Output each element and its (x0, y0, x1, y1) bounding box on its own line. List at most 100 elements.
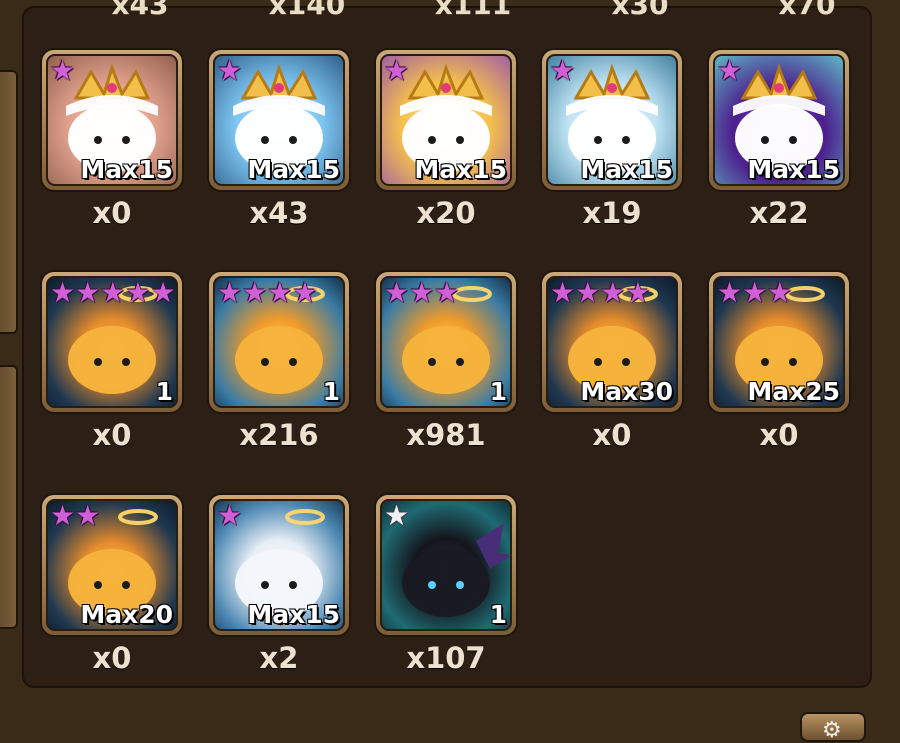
owned-count: x2 (259, 641, 299, 675)
star-rating: ★ ★ ★ ★ (550, 278, 650, 308)
monster-slot[interactable]: ★ Max15 x2 (209, 495, 349, 685)
halo-icon (452, 286, 492, 302)
level-label: Max15 (747, 155, 840, 184)
owned-count: x0 (92, 641, 132, 675)
monster-slot[interactable]: ★ ★ ★ ★ ★ 1 x0 (42, 272, 182, 462)
monster-card[interactable]: ★ ★ ★ 1 (376, 272, 516, 412)
monster-portrait: ★ 1 (380, 499, 512, 631)
star-rating: ★ (217, 501, 242, 531)
monster-card[interactable]: ★ ★ ★ ★ ★ 1 (42, 272, 182, 412)
star-rating: ★ ★ ★ (717, 278, 792, 308)
star-icon: ★ (50, 54, 76, 87)
top-count-5: x70 (767, 0, 847, 16)
star-icon: ★ (575, 276, 601, 309)
star-icon: ★ (767, 276, 793, 309)
monster-slot[interactable]: ★ 1 x107 (376, 495, 516, 685)
star-icon: ★ (75, 276, 101, 309)
star-icon: ★ (75, 499, 101, 532)
level-label: 1 (489, 377, 507, 406)
owned-count: x43 (249, 196, 309, 230)
monster-portrait: ★ ★ Max20 (46, 499, 178, 631)
star-icon: ★ (150, 276, 176, 309)
monster-card[interactable]: ★ Max15 (709, 50, 849, 190)
level-label: Max15 (414, 155, 507, 184)
star-icon: ★ (217, 276, 243, 309)
monster-portrait: ★ ★ ★ ★ ★ 1 (46, 276, 178, 408)
star-rating: ★ ★ ★ ★ ★ (50, 278, 176, 308)
star-icon: ★ (550, 276, 576, 309)
monster-slot[interactable]: ★ Max15 x0 (42, 50, 182, 240)
monster-card[interactable]: ★ ★ ★ ★ Max30 (542, 272, 682, 412)
level-label: Max20 (80, 600, 173, 629)
monster-slot[interactable]: ★ ★ ★ 1 x981 (376, 272, 516, 462)
top-count-3: x111 (433, 0, 513, 16)
monster-portrait: ★ Max15 (546, 54, 678, 186)
owned-count: x0 (92, 196, 132, 230)
monster-slot[interactable]: ★ Max15 x22 (709, 50, 849, 240)
monster-portrait: ★ Max15 (46, 54, 178, 186)
star-icon: ★ (50, 276, 76, 309)
monster-portrait: ★ Max15 (380, 54, 512, 186)
star-rating: ★ (550, 56, 575, 86)
star-icon: ★ (434, 276, 460, 309)
star-icon: ★ (742, 276, 768, 309)
monster-card[interactable]: ★ 1 (376, 495, 516, 635)
monster-slot[interactable]: ★ Max15 x20 (376, 50, 516, 240)
star-icon: ★ (384, 54, 410, 87)
star-icon: ★ (267, 276, 293, 309)
side-tab-upper[interactable] (0, 70, 18, 334)
level-label: 1 (155, 377, 173, 406)
monster-card[interactable]: ★ ★ Max20 (42, 495, 182, 635)
level-label: Max15 (247, 600, 340, 629)
monster-slot[interactable]: ★ ★ Max20 x0 (42, 495, 182, 685)
level-label: 1 (489, 600, 507, 629)
owned-count: x19 (582, 196, 642, 230)
monster-slot[interactable]: ★ ★ ★ Max25 x0 (709, 272, 849, 462)
level-label: Max15 (80, 155, 173, 184)
top-count-4: x30 (600, 0, 680, 16)
star-icon: ★ (100, 276, 126, 309)
top-count-1: x43 (100, 0, 180, 16)
monster-slot[interactable]: ★ Max15 x43 (209, 50, 349, 240)
star-icon: ★ (625, 276, 651, 309)
monster-portrait: ★ Max15 (213, 499, 345, 631)
star-rating: ★ (50, 56, 75, 86)
star-icon: ★ (717, 276, 743, 309)
owned-count: x0 (592, 418, 632, 452)
star-icon: ★ (242, 276, 268, 309)
star-icon: ★ (550, 54, 576, 87)
monster-card[interactable]: ★ Max15 (209, 495, 349, 635)
owned-count: x0 (92, 418, 132, 452)
star-rating: ★ ★ ★ ★ (217, 278, 317, 308)
star-icon: ★ (217, 54, 243, 87)
monster-portrait: ★ ★ ★ ★ 1 (213, 276, 345, 408)
monster-portrait: ★ Max15 (213, 54, 345, 186)
monster-portrait: ★ Max15 (713, 54, 845, 186)
monster-card[interactable]: ★ Max15 (42, 50, 182, 190)
owned-count: x981 (406, 418, 486, 452)
owned-count: x0 (759, 418, 799, 452)
settings-button[interactable]: ⚙ (800, 712, 866, 743)
owned-count: x107 (406, 641, 486, 675)
owned-count: x22 (749, 196, 809, 230)
monster-card[interactable]: ★ Max15 (376, 50, 516, 190)
halo-icon (785, 286, 825, 302)
star-icon: ★ (717, 54, 743, 87)
level-label: 1 (322, 377, 340, 406)
side-tab-lower[interactable] (0, 365, 18, 629)
monster-card[interactable]: ★ Max15 (542, 50, 682, 190)
monster-portrait: ★ ★ ★ 1 (380, 276, 512, 408)
monster-card[interactable]: ★ ★ ★ Max25 (709, 272, 849, 412)
monster-card[interactable]: ★ Max15 (209, 50, 349, 190)
star-icon: ★ (600, 276, 626, 309)
star-rating: ★ ★ ★ (384, 278, 459, 308)
monster-slot[interactable]: ★ Max15 x19 (542, 50, 682, 240)
monster-slot[interactable]: ★ ★ ★ ★ Max30 x0 (542, 272, 682, 462)
monster-card[interactable]: ★ ★ ★ ★ 1 (209, 272, 349, 412)
star-icon: ★ (384, 276, 410, 309)
monster-slot[interactable]: ★ ★ ★ ★ 1 x216 (209, 272, 349, 462)
star-rating: ★ (217, 56, 242, 86)
star-rating: ★ ★ (50, 501, 100, 531)
level-label: Max15 (580, 155, 673, 184)
monster-portrait: ★ ★ ★ Max25 (713, 276, 845, 408)
